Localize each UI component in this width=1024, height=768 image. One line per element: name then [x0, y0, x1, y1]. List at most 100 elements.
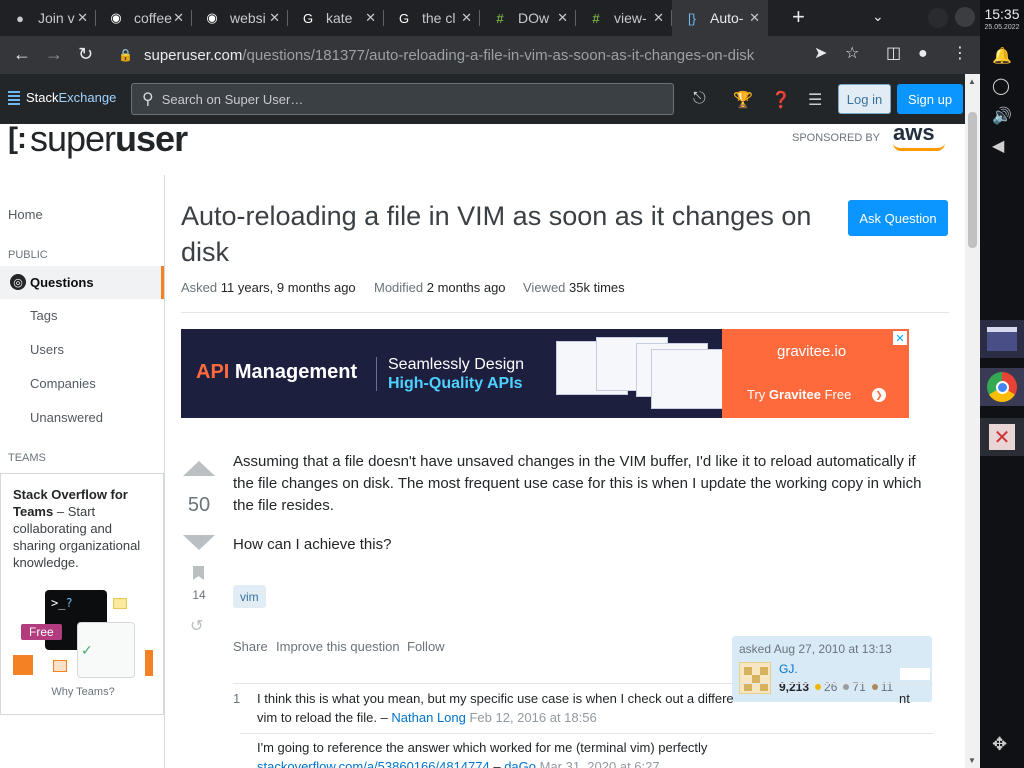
browser-tab[interactable]: Gkate ✕ — [288, 0, 384, 36]
sponsored-by-label: SPONSORED BY — [792, 132, 881, 144]
close-tab-icon[interactable]: ✕ — [749, 10, 760, 26]
window-minimize-button[interactable] — [928, 8, 948, 28]
stackexchange-logo[interactable]: Stack Exchange — [8, 90, 116, 105]
side-panel-icon[interactable]: ◫ — [886, 44, 901, 64]
browser-tab[interactable]: ◉ websi ✕ — [192, 0, 288, 36]
ad-close-icon[interactable]: ✕ — [893, 331, 907, 345]
tag-vim[interactable]: vim — [233, 585, 266, 608]
close-window-app-icon[interactable]: ✕ — [980, 418, 1024, 456]
close-tab-icon[interactable]: ✕ — [269, 10, 280, 26]
teams-promo-text: Stack Overflow for Teams – Start collabo… — [13, 487, 141, 570]
bookmark-count: 14 — [192, 588, 206, 602]
browser-tab[interactable]: [} Auto- ✕ — [672, 0, 768, 36]
browser-menu-icon[interactable]: ⋮ — [952, 44, 968, 64]
chrome-app-icon[interactable] — [980, 368, 1024, 406]
upvote-arrow-icon[interactable] — [183, 461, 215, 476]
comment-author[interactable]: Nathan Long — [391, 710, 465, 725]
sidebar-section-teams: TEAMS — [8, 452, 46, 464]
browser-tab[interactable]: ◉ coffee ✕ — [96, 0, 192, 36]
comment-text: I'm going to reference the answer which … — [257, 740, 708, 755]
bookmark-icon[interactable] — [193, 566, 204, 580]
hashtag-icon: # — [592, 10, 600, 26]
back-arrow-icon[interactable]: ← — [13, 44, 31, 64]
teams-promo: Stack Overflow for Teams – Start collabo… — [0, 473, 164, 715]
close-tab-icon[interactable]: ✕ — [77, 10, 88, 26]
sidebar-item-companies[interactable]: Companies — [30, 376, 96, 391]
arrow-right-icon[interactable]: ❯ — [872, 388, 886, 402]
comment-time[interactable]: Mar 31, 2020 at 6:27 — [540, 759, 660, 768]
comment: I'm going to reference the answer which … — [257, 738, 947, 768]
login-button[interactable]: Log in — [838, 84, 891, 114]
comment-time[interactable]: Feb 12, 2016 at 18:56 — [469, 710, 596, 725]
downvote-arrow-icon[interactable] — [183, 535, 215, 550]
ad-banner[interactable]: API Management Seamlessly Design High-Qu… — [181, 329, 909, 418]
close-tab-icon[interactable]: ✕ — [173, 10, 184, 26]
superuser-logo-icon: [: — [8, 122, 27, 155]
browser-tab[interactable]: # DOw ✕ — [480, 0, 576, 36]
bookmark-star-icon[interactable]: ☆ — [845, 44, 859, 64]
comment-text: vim to reload the file. – — [257, 710, 392, 725]
comment-author[interactable]: daGo — [504, 759, 536, 768]
follow-link[interactable]: Follow — [407, 639, 445, 654]
close-tab-icon[interactable]: ✕ — [461, 10, 472, 26]
ask-question-button[interactable]: Ask Question — [848, 200, 948, 236]
site-search-input[interactable]: ⚲ Search on Super User… — [131, 83, 674, 115]
sidebar-item-home[interactable]: Home — [8, 207, 43, 222]
new-tab-button[interactable]: + — [792, 6, 805, 28]
move-cross-icon[interactable]: ✥ — [992, 734, 1007, 755]
asked-timestamp[interactable]: asked Aug 27, 2010 at 13:13 — [739, 642, 892, 656]
browser-tab[interactable]: Gthe cl ✕ — [384, 0, 480, 36]
reload-icon[interactable]: ↻ — [78, 44, 93, 64]
browser-tab[interactable]: ● Join v ✕ — [0, 0, 96, 36]
achievements-trophy-icon[interactable]: 🏆 — [733, 90, 753, 110]
share-link[interactable]: Share — [233, 639, 268, 654]
ad-cta-panel[interactable]: gravitee.io Try Gravitee Free ❯ — [722, 329, 909, 418]
superuser-logo[interactable]: [: super user — [8, 118, 188, 160]
signup-button[interactable]: Sign up — [897, 84, 963, 114]
ad-cta-text[interactable]: Try Gravitee Free — [747, 387, 851, 402]
volume-icon[interactable]: 🔊 — [992, 106, 1012, 126]
ad-screenshot-image — [651, 349, 727, 409]
left-sidebar: Home PUBLIC ◎ Questions Tags Users Compa… — [0, 175, 165, 768]
checkmark-icon: ✓ — [81, 642, 93, 658]
page-scrollbar[interactable]: ▲ ▼ — [965, 74, 980, 768]
site-switcher-icon[interactable]: ☰ — [808, 90, 822, 110]
comments-divider — [233, 683, 933, 684]
lock-icon: 🔒 — [118, 48, 133, 62]
browser-toolbar: ← → ↻ 🔒 superuser.com/questions/181377/a… — [0, 36, 980, 74]
address-bar[interactable]: 🔒 superuser.com/questions/181377/auto-re… — [108, 40, 808, 70]
owner-username[interactable]: GJ. — [779, 662, 798, 676]
file-manager-app-icon[interactable] — [980, 320, 1024, 358]
window-close-button[interactable] — [955, 7, 975, 27]
comment: 1 I think this is what you mean, but my … — [233, 689, 933, 727]
scroll-down-arrow-icon[interactable]: ▼ — [968, 756, 976, 765]
why-teams-link[interactable]: Why Teams? — [1, 686, 165, 698]
close-tab-icon[interactable]: ✕ — [365, 10, 376, 26]
tab-search-chevron-icon[interactable]: ⌄ — [872, 8, 884, 25]
sidebar-item-questions[interactable]: ◎ Questions — [0, 266, 164, 299]
history-icon[interactable]: ↺ — [190, 616, 208, 635]
browser-tab-title: Join v — [38, 10, 75, 26]
browser-tab[interactable]: # view- ✕ — [576, 0, 672, 36]
close-tab-icon[interactable]: ✕ — [557, 10, 568, 26]
chat-bubble-icon — [53, 660, 67, 672]
question-title[interactable]: Auto-reloading a file in VIM as soon as … — [181, 198, 831, 270]
inbox-icon[interactable]: ⎋ — [693, 90, 706, 108]
lightbulb-icon[interactable]: ◯ — [992, 76, 1010, 96]
sidebar-item-tags[interactable]: Tags — [30, 308, 57, 323]
scrollbar-thumb[interactable] — [968, 112, 977, 248]
improve-question-link[interactable]: Improve this question — [276, 639, 400, 654]
send-icon[interactable]: ➤ — [814, 44, 827, 64]
comment-link[interactable]: stackoverflow.com/a/53860166/4814774 — [257, 759, 490, 768]
notification-bell-icon[interactable]: 🔔 — [992, 46, 1012, 66]
forward-arrow-icon[interactable]: → — [45, 44, 63, 64]
help-icon[interactable]: ❓ — [771, 90, 791, 110]
sidebar-item-users[interactable]: Users — [30, 342, 64, 357]
question-paragraph: Assuming that a file doesn't have unsave… — [233, 453, 922, 514]
close-tab-icon[interactable]: ✕ — [653, 10, 664, 26]
scroll-up-arrow-icon[interactable]: ▲ — [968, 77, 976, 86]
sidebar-item-unanswered[interactable]: Unanswered — [30, 410, 103, 425]
ad-divider — [376, 357, 377, 391]
collapse-arrow-icon[interactable]: ◀ — [992, 136, 1004, 156]
profile-icon[interactable]: ● — [918, 44, 928, 64]
